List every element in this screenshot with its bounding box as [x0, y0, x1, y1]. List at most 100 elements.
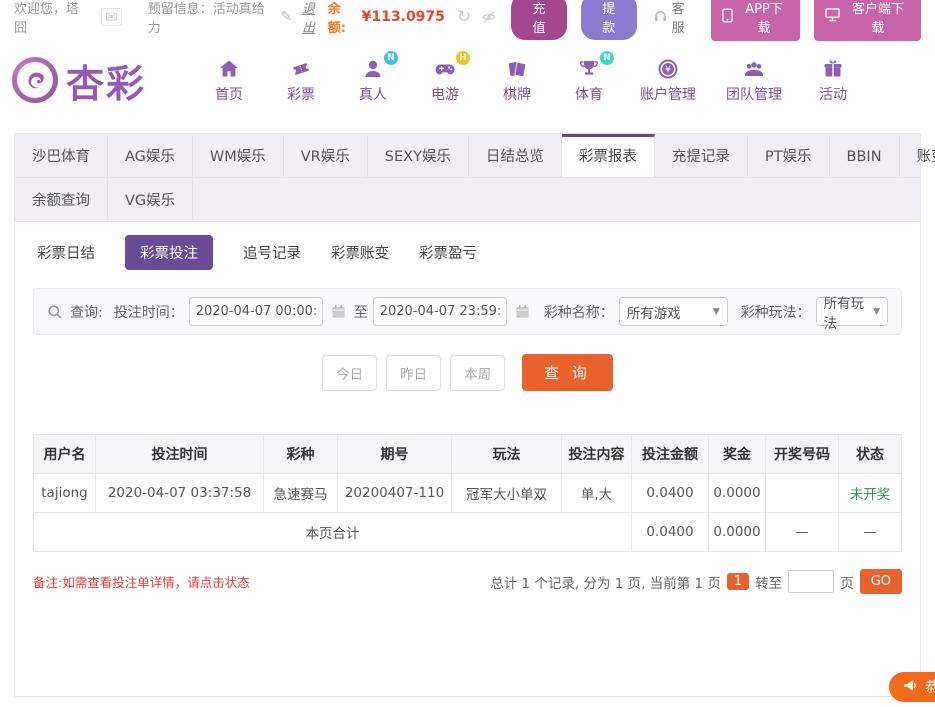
nav-item-sports[interactable]: N 体育	[568, 50, 615, 104]
nav-item-promotions[interactable]: 活动	[812, 57, 854, 104]
tab-daily-overview[interactable]: 日结总览	[469, 134, 562, 177]
balance-value: ¥113.0975	[361, 9, 445, 25]
tab-wm[interactable]: WM娱乐	[193, 134, 284, 177]
tab-vr[interactable]: VR娱乐	[284, 134, 368, 177]
tab-lottery-report[interactable]: 彩票报表	[561, 134, 655, 177]
megaphone-icon	[902, 678, 918, 697]
yesterday-button[interactable]: 昨日	[386, 354, 442, 391]
bet-time-from-input[interactable]	[188, 297, 323, 326]
client-download-button[interactable]: 客户端下载	[813, 0, 921, 41]
col-issue: 期号	[337, 434, 452, 474]
cell-username: tajiong	[33, 473, 96, 513]
page-unit-label: 页	[840, 575, 854, 592]
summary-status: —	[838, 512, 902, 552]
today-button[interactable]: 今日	[322, 354, 378, 391]
refresh-balance-icon[interactable]: ↻	[457, 7, 471, 27]
tab-ag[interactable]: AG娱乐	[108, 134, 193, 177]
nav-item-egames[interactable]: H 电游	[424, 50, 471, 104]
bet-time-label: 投注时间：	[113, 304, 184, 321]
tab-bbin[interactable]: BBIN	[830, 134, 900, 177]
nav-item-lottery[interactable]: 彩票	[280, 57, 322, 104]
hide-balance-icon[interactable]	[481, 9, 497, 25]
nav-item-cards[interactable]: 棋牌	[496, 57, 538, 104]
tab-sexy[interactable]: SEXY娱乐	[368, 134, 469, 177]
winner-marquee[interactable]: 恭喜用户	[889, 672, 935, 702]
tab-shaba-sports[interactable]: 沙巴体育	[15, 134, 108, 177]
tab-deposit-withdraw-records[interactable]: 充提记录	[655, 134, 748, 177]
logo-emblem-icon	[12, 57, 58, 103]
mail-icon[interactable]: ✉	[101, 8, 122, 26]
nav-label: 棋牌	[503, 86, 532, 103]
play-type-selected: 所有玩法	[823, 295, 865, 332]
nav-item-home[interactable]: 首页	[208, 57, 250, 104]
cell-bet-time: 2020-04-07 03:37:58	[95, 473, 264, 513]
nav-label: 电游	[431, 86, 460, 103]
main-nav: 首页 彩票 N 真人 H 电游 棋牌 N 体育 ¥ 账户管理 团队管理 活动	[208, 50, 854, 104]
table-row: tajiong 2020-04-07 03:37:58 急速赛马 2020040…	[33, 473, 902, 513]
phone-icon	[722, 7, 733, 27]
query-button[interactable]: 查 询	[522, 354, 613, 391]
pagination: 总计 1 个记录, 分为 1 页, 当前第 1 页 1 转至 页 GO	[490, 569, 902, 594]
cell-status-link[interactable]: 未开奖	[838, 473, 902, 513]
edit-icon[interactable]: ✎	[280, 9, 292, 25]
client-download-label: 客户端下载	[851, 2, 904, 36]
to-label: 至	[353, 304, 368, 321]
app-download-label: APP下载	[745, 2, 783, 36]
summary-bet-amount: 0.0400	[631, 512, 709, 552]
game-name-select[interactable]: 所有游戏 ▼	[618, 297, 728, 326]
tab-balance-query[interactable]: 余额查询	[15, 178, 108, 221]
logout-link[interactable]: 退出	[302, 0, 328, 36]
topbar: 欢迎您，塔囧 ✉ 预留信息：活动真给力 ✎ 退出 余额: ¥113.0975 ↻…	[0, 0, 935, 41]
cards-icon	[504, 57, 530, 81]
recharge-button[interactable]: 充值	[511, 0, 567, 40]
search-panel: 查询: 投注时间： 至 彩种名称： 所有游戏 ▼ 彩种玩法： 所有玩法 ▼	[33, 288, 902, 335]
table-header-row: 用户名 投注时间 彩种 期号 玩法 投注内容 投注金额 奖金 开奖号码 状态	[33, 434, 902, 474]
nav-label: 真人	[359, 86, 388, 103]
tab-pt[interactable]: PT娱乐	[748, 134, 830, 177]
cell-bet-content: 单,大	[561, 473, 632, 513]
game-name-selected: 所有游戏	[626, 305, 681, 322]
play-type-label: 彩种玩法：	[740, 304, 811, 321]
subtab-lottery-daily[interactable]: 彩票日结	[37, 242, 95, 263]
goto-page-input[interactable]	[788, 570, 835, 593]
nav-item-live[interactable]: N 真人	[352, 50, 399, 104]
bet-time-to-input[interactable]	[372, 297, 507, 326]
person-icon	[360, 57, 386, 81]
subtab-lottery-profit-loss[interactable]: 彩票盈亏	[419, 242, 477, 263]
nav-item-team[interactable]: 团队管理	[726, 57, 782, 104]
go-button[interactable]: GO	[859, 569, 902, 594]
calendar-icon[interactable]	[515, 304, 530, 319]
lottery-subtabs: 彩票日结 彩票投注 追号记录 彩票账变 彩票盈亏	[15, 222, 920, 283]
nav-label: 体育	[575, 86, 604, 103]
customer-service-link[interactable]: 客服	[653, 0, 698, 36]
home-icon	[216, 57, 242, 81]
subtab-chase-records[interactable]: 追号记录	[243, 242, 301, 263]
subtab-lottery-bets[interactable]: 彩票投注	[125, 235, 213, 270]
tab-account-change-report[interactable]: 账变报表	[900, 134, 935, 177]
balance-label: 余额:	[327, 2, 346, 36]
summary-draw-number: —	[765, 512, 839, 552]
play-type-select[interactable]: 所有玩法 ▼	[815, 296, 888, 332]
cell-bet-amount: 0.0400	[631, 473, 709, 513]
nav-label: 账户管理	[640, 86, 697, 103]
this-week-button[interactable]: 本周	[450, 354, 506, 391]
calendar-icon[interactable]	[331, 304, 346, 319]
search-icon	[47, 304, 63, 320]
note-text: 备注:如需查看投注单详情，请点击状态	[33, 575, 250, 590]
nav-item-account[interactable]: ¥ 账户管理	[640, 57, 696, 104]
hot-badge: H	[456, 50, 471, 65]
current-page-badge[interactable]: 1	[726, 573, 750, 590]
nav-label: 团队管理	[726, 86, 783, 103]
table-footer-row: 备注:如需查看投注单详情，请点击状态 总计 1 个记录, 分为 1 页, 当前第…	[33, 569, 902, 594]
welcome-text: 欢迎您，塔囧	[14, 2, 80, 36]
table-summary-row: 本页合计 0.0400 0.0000 — —	[33, 512, 902, 552]
col-draw-number: 开奖号码	[765, 434, 839, 474]
site-logo[interactable]: 杏彩	[12, 53, 146, 108]
tab-vg[interactable]: VG娱乐	[108, 178, 194, 221]
withdraw-button[interactable]: 提款	[580, 0, 637, 40]
reserved-info-text: 预留信息：活动真给力	[147, 2, 265, 36]
trophy-icon	[576, 57, 602, 81]
app-download-button[interactable]: APP下载	[711, 0, 800, 41]
content-card: 沙巴体育 AG娱乐 WM娱乐 VR娱乐 SEXY娱乐 日结总览 彩票报表 充提记…	[14, 133, 935, 697]
subtab-lottery-account-change[interactable]: 彩票账变	[331, 242, 389, 263]
